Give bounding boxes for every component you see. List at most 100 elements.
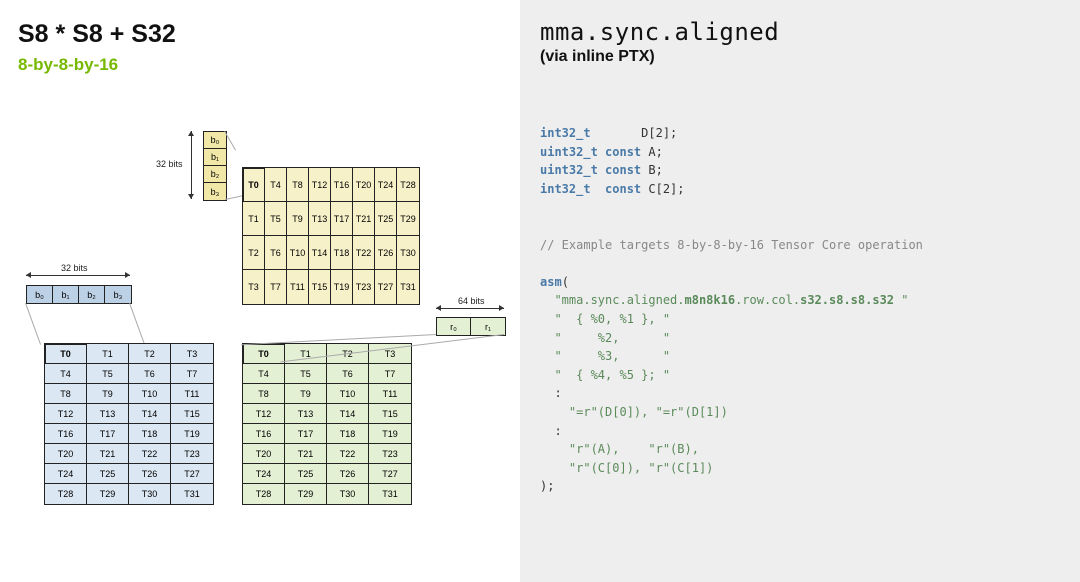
- thread-cell: T0: [243, 344, 285, 364]
- thread-cell: T18: [129, 424, 171, 444]
- thread-cell: T7: [171, 364, 213, 384]
- thread-cell: T7: [369, 364, 411, 384]
- thread-cell: T31: [369, 484, 411, 504]
- thread-cell: T14: [129, 404, 171, 424]
- yellow-byte: b₁: [204, 149, 226, 166]
- connector: [25, 303, 41, 345]
- blue-byte: b₃: [105, 286, 131, 303]
- label-32bits-h: 32 bits: [61, 263, 88, 273]
- thread-cell: T27: [375, 270, 397, 304]
- green-reg: r₁: [471, 318, 505, 335]
- thread-cell: T9: [287, 202, 309, 236]
- thread-cell: T9: [87, 384, 129, 404]
- thread-cell: T21: [285, 444, 327, 464]
- blue-byte: b₁: [53, 286, 79, 303]
- code-block: int32_t D[2]; uint32_t const A; uint32_t…: [540, 124, 1060, 496]
- tok-str: ": [894, 293, 908, 307]
- code-subtitle: (via inline PTX): [540, 48, 1060, 66]
- thread-cell: T7: [265, 270, 287, 304]
- thread-cell: T22: [129, 444, 171, 464]
- thread-cell: T21: [87, 444, 129, 464]
- thread-cell: T29: [285, 484, 327, 504]
- thread-cell: T16: [243, 424, 285, 444]
- blue-byte: b₂: [79, 286, 105, 303]
- thread-cell: T20: [353, 168, 375, 202]
- label-32bits-v: 32 bits: [156, 159, 183, 169]
- yellow-thread-grid: T0T4T8T12T16T20T24T28T1T5T9T13T17T21T25T…: [242, 167, 420, 305]
- tok-str: " { %0, %1 }, ": [554, 312, 670, 326]
- thread-cell: T25: [375, 202, 397, 236]
- thread-cell: T31: [397, 270, 419, 304]
- thread-cell: T3: [171, 344, 213, 364]
- thread-cell: T6: [265, 236, 287, 270]
- thread-cell: T11: [287, 270, 309, 304]
- thread-cell: T10: [287, 236, 309, 270]
- thread-cell: T19: [171, 424, 213, 444]
- thread-cell: T17: [285, 424, 327, 444]
- tok-str: "=r"(D[0]), "=r"(D[1]): [569, 405, 728, 419]
- thread-cell: T30: [397, 236, 419, 270]
- tok-str: "mma.sync.aligned.: [554, 293, 684, 307]
- thread-cell: T8: [287, 168, 309, 202]
- thread-cell: T26: [129, 464, 171, 484]
- thread-cell: T8: [45, 384, 87, 404]
- tok: );: [540, 479, 554, 493]
- thread-cell: T2: [129, 344, 171, 364]
- thread-cell: T3: [243, 270, 265, 304]
- thread-cell: T1: [87, 344, 129, 364]
- tok: B;: [641, 163, 663, 177]
- thread-cell: T1: [243, 202, 265, 236]
- tok-str: "r"(C[0]), "r"(C[1]): [569, 461, 714, 475]
- thread-cell: T23: [369, 444, 411, 464]
- thread-cell: T2: [243, 236, 265, 270]
- thread-cell: T15: [369, 404, 411, 424]
- thread-cell: T20: [243, 444, 285, 464]
- thread-cell: T23: [171, 444, 213, 464]
- yellow-byte: b₀: [204, 132, 226, 149]
- thread-cell: T5: [265, 202, 287, 236]
- green-reg: r₀: [437, 318, 471, 335]
- thread-cell: T27: [369, 464, 411, 484]
- thread-cell: T6: [327, 364, 369, 384]
- tok-str: "r"(A), "r"(B),: [569, 442, 699, 456]
- thread-cell: T14: [309, 236, 331, 270]
- thread-cell: T29: [397, 202, 419, 236]
- thread-cell: T18: [331, 236, 353, 270]
- thread-cell: T12: [309, 168, 331, 202]
- thread-cell: T4: [45, 364, 87, 384]
- thread-cell: T5: [87, 364, 129, 384]
- tok: A;: [641, 145, 663, 159]
- thread-cell: T19: [369, 424, 411, 444]
- tok-type: int32_t: [540, 126, 591, 140]
- title-sub: 8-by-8-by-16: [18, 55, 502, 75]
- thread-cell: T4: [243, 364, 285, 384]
- thread-cell: T22: [327, 444, 369, 464]
- thread-cell: T23: [353, 270, 375, 304]
- thread-cell: T6: [129, 364, 171, 384]
- thread-cell: T30: [327, 484, 369, 504]
- thread-cell: T12: [45, 404, 87, 424]
- thread-cell: T11: [171, 384, 213, 404]
- left-panel: S8 * S8 + S32 8-by-8-by-16 32 bits b₀ b₁…: [0, 0, 520, 582]
- connector: [129, 303, 145, 345]
- thread-cell: T24: [45, 464, 87, 484]
- thread-cell: T10: [129, 384, 171, 404]
- thread-cell: T31: [171, 484, 213, 504]
- tok-str: .row.col.: [735, 293, 800, 307]
- tok-kw: asm: [540, 275, 562, 289]
- thread-cell: T11: [369, 384, 411, 404]
- tok-str: " %3, ": [554, 349, 670, 363]
- thread-cell: T18: [327, 424, 369, 444]
- thread-cell: T8: [243, 384, 285, 404]
- yellow-byte: b₂: [204, 166, 226, 183]
- arrow-32bits-h: [26, 275, 130, 276]
- tok-str: " %2, ": [554, 331, 670, 345]
- label-64bits: 64 bits: [458, 296, 485, 306]
- tok: :: [554, 424, 561, 438]
- thread-cell: T0: [45, 344, 87, 364]
- title-main: S8 * S8 + S32: [18, 20, 502, 49]
- thread-cell: T13: [285, 404, 327, 424]
- thread-cell: T20: [45, 444, 87, 464]
- thread-cell: T26: [375, 236, 397, 270]
- thread-cell: T24: [243, 464, 285, 484]
